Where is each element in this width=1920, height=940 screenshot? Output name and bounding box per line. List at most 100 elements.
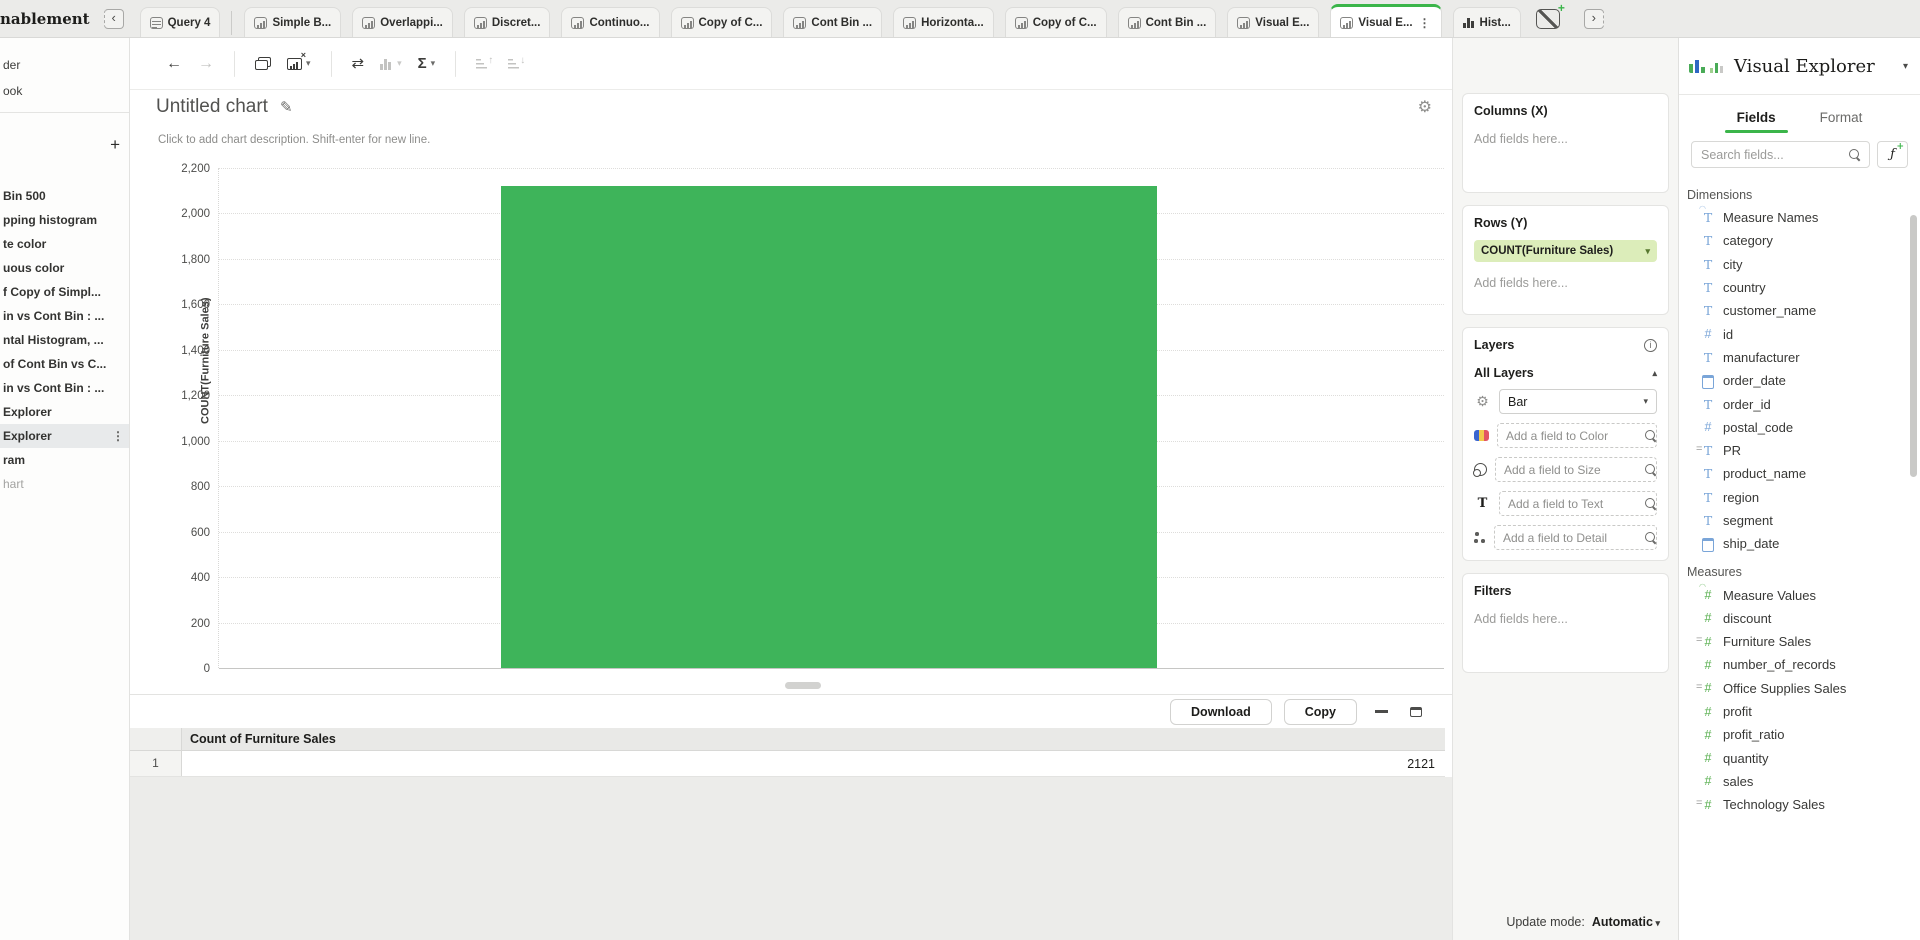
encoding-drop-target[interactable]: Add a field to Size (1495, 457, 1657, 482)
sidebar-item[interactable]: in vs Cont Bin : ... (0, 376, 129, 400)
field-row[interactable]: order_id (1679, 392, 1920, 415)
field-row[interactable]: Technology Sales (1679, 793, 1920, 816)
layer-gear-icon[interactable]: ⚙ (1474, 393, 1491, 410)
add-formula-button[interactable]: ƒ (1877, 141, 1908, 168)
search-icon[interactable] (1645, 532, 1657, 544)
search-icon[interactable] (1645, 498, 1657, 510)
chart-description-placeholder[interactable]: Click to add chart description. Shift-en… (158, 134, 430, 146)
search-fields-input[interactable] (1692, 148, 1869, 162)
tab[interactable]: Visual E... ⋮ (1227, 7, 1319, 37)
field-row[interactable]: Measure Values (1679, 583, 1920, 606)
field-row[interactable]: category (1679, 229, 1920, 252)
panel-tab[interactable]: Fields (1737, 100, 1776, 135)
layer-type-select[interactable]: Bar ▾ (1499, 389, 1657, 414)
toolbar-button[interactable] (247, 49, 279, 79)
sidebar-nav-item[interactable]: ook (3, 78, 125, 104)
rows-field-pill[interactable]: COUNT(Furniture Sales) ▾ (1474, 240, 1657, 262)
update-mode-select[interactable]: Automatic (1592, 915, 1660, 929)
minimize-icon[interactable] (1375, 710, 1388, 713)
toolbar-button[interactable] (468, 49, 500, 79)
field-row[interactable]: country (1679, 276, 1920, 299)
chart-title[interactable]: Untitled chart (156, 96, 268, 118)
encoding-drop-target[interactable]: Add a field to Text (1499, 491, 1657, 516)
scrollbar-thumb[interactable] (1910, 215, 1917, 477)
toolbar-button[interactable] (190, 49, 222, 79)
field-row[interactable]: profit_ratio (1679, 723, 1920, 746)
maximize-icon[interactable] (1410, 707, 1422, 717)
field-row[interactable]: region (1679, 486, 1920, 509)
field-row[interactable]: ship_date (1679, 532, 1920, 555)
field-row[interactable]: segment (1679, 509, 1920, 532)
tab[interactable]: Hist... ⋮ (1453, 7, 1521, 37)
toolbar-button[interactable] (158, 49, 190, 79)
tab[interactable]: Continuo... ⋮ (561, 7, 659, 37)
chart-settings-gear-icon[interactable]: ⚙ (1418, 97, 1432, 117)
field-row[interactable]: quantity (1679, 747, 1920, 770)
filters-drop-target[interactable]: Add fields here... (1474, 612, 1657, 626)
sidebar-item[interactable]: pping histogram (0, 208, 129, 232)
info-icon[interactable]: i (1644, 339, 1657, 352)
collapse-sidebar-icon[interactable]: ‹ (104, 9, 124, 29)
tab[interactable]: Cont Bin ... ⋮ (783, 7, 882, 37)
sidebar-item[interactable]: of Cont Bin vs C... (0, 352, 129, 376)
field-row[interactable]: customer_name (1679, 299, 1920, 322)
tab[interactable]: Query 4 ⋮ (140, 7, 221, 37)
tab[interactable]: Simple B... ⋮ (244, 7, 341, 37)
toolbar-button[interactable] (279, 49, 319, 79)
search-icon[interactable] (1645, 430, 1657, 442)
tab[interactable]: Horizonta... ⋮ (893, 7, 994, 37)
furniture-bar[interactable] (501, 186, 1158, 668)
field-row[interactable]: product_name (1679, 462, 1920, 485)
field-row[interactable]: id (1679, 322, 1920, 345)
sidebar-item[interactable]: ntal Histogram, ... (0, 328, 129, 352)
toolbar-button[interactable] (372, 49, 410, 79)
table-row[interactable]: 1 2121 (130, 751, 1445, 777)
field-row[interactable]: number_of_records (1679, 653, 1920, 676)
expand-panel-icon[interactable]: › (1584, 9, 1604, 29)
sidebar-item[interactable]: te color (0, 232, 129, 256)
field-row[interactable]: city (1679, 253, 1920, 276)
sidebar-item[interactable]: Explorer (0, 400, 129, 424)
field-row[interactable]: Measure Names (1679, 206, 1920, 229)
columns-drop-target[interactable]: Add fields here... (1474, 132, 1657, 146)
field-row[interactable]: profit (1679, 700, 1920, 723)
add-page-button[interactable]: + (110, 138, 120, 152)
edit-title-icon[interactable]: ✎ (280, 98, 293, 116)
field-row[interactable]: manufacturer (1679, 346, 1920, 369)
sidebar-item[interactable]: Explorer (0, 424, 129, 448)
tab[interactable]: Copy of C... ⋮ (1005, 7, 1107, 37)
pill-caret-icon[interactable]: ▾ (1645, 246, 1650, 257)
sidebar-item[interactable]: in vs Cont Bin : ... (0, 304, 129, 328)
panel-tab[interactable]: Format (1820, 100, 1863, 135)
sidebar-item[interactable]: hart (0, 472, 129, 496)
new-tab-icon[interactable] (1536, 9, 1560, 29)
toolbar-button[interactable] (500, 49, 532, 79)
field-row[interactable]: discount (1679, 607, 1920, 630)
sidebar-item[interactable]: uous color (0, 256, 129, 280)
field-row[interactable]: postal_code (1679, 416, 1920, 439)
tab-menu-icon[interactable]: ⋮ (1418, 16, 1432, 30)
download-button[interactable]: Download (1170, 699, 1272, 725)
field-row[interactable]: Office Supplies Sales (1679, 677, 1920, 700)
toolbar-button[interactable] (234, 51, 235, 77)
tab[interactable]: Cont Bin ... ⋮ (1118, 7, 1217, 37)
copy-button[interactable]: Copy (1284, 699, 1357, 725)
toolbar-button[interactable] (331, 51, 332, 77)
toolbar-button[interactable] (455, 51, 456, 77)
sidebar-nav-item[interactable]: der (3, 52, 125, 78)
rows-drop-target[interactable]: Add fields here... (1474, 276, 1657, 290)
sidebar-item[interactable]: f Copy of Simpl... (0, 280, 129, 304)
sidebar-item[interactable]: ram (0, 448, 129, 472)
tab[interactable]: Copy of C... ⋮ (671, 7, 773, 37)
collapse-layers-icon[interactable]: ▴ (1652, 368, 1657, 379)
field-row[interactable]: sales (1679, 770, 1920, 793)
field-row[interactable]: order_date (1679, 369, 1920, 392)
tab[interactable]: Overlappi... ⋮ (352, 7, 453, 37)
tab[interactable]: Discret... ⋮ (464, 7, 551, 37)
sidebar-item[interactable]: Bin 500 (0, 184, 129, 208)
search-icon[interactable] (1645, 464, 1657, 476)
field-row[interactable]: PR (1679, 439, 1920, 462)
field-row[interactable]: Furniture Sales (1679, 630, 1920, 653)
toolbar-button[interactable] (410, 49, 444, 79)
encoding-drop-target[interactable]: Add a field to Detail (1494, 525, 1657, 550)
